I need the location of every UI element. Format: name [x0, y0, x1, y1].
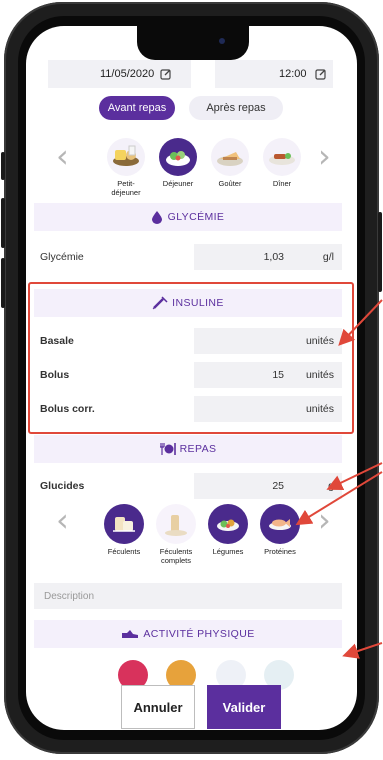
- syringe-icon: [152, 296, 168, 310]
- validate-button[interactable]: Valider: [207, 685, 281, 729]
- meal-label: Déjeuner: [162, 179, 194, 188]
- dinner-plate-icon: [263, 138, 301, 176]
- section-title: GLYCÉMIE: [167, 211, 225, 223]
- meal-dejeuner[interactable]: Déjeuner: [154, 138, 202, 188]
- sneaker-icon: [122, 630, 139, 638]
- chevron-right-icon[interactable]: ›: [318, 504, 331, 536]
- date-field[interactable]: 11/05/2020: [48, 60, 191, 88]
- cancel-button[interactable]: Annuler: [121, 685, 195, 729]
- food-label: Protéines: [264, 547, 296, 556]
- app-screen: 11/05/2020 12:00 Avant repas Après repas…: [26, 26, 357, 730]
- vegetables-icon: [208, 504, 248, 544]
- edit-icon[interactable]: [160, 68, 172, 80]
- description-placeholder: Description: [44, 591, 95, 602]
- fish-icon: [260, 504, 300, 544]
- bread-icon: [104, 504, 144, 544]
- meal-petit-dejeuner[interactable]: Petit- déjeuner: [102, 138, 150, 197]
- food-feculents-complets[interactable]: Féculents complets: [150, 504, 202, 565]
- food-label: Féculents complets: [159, 547, 193, 565]
- time-field[interactable]: 12:00: [215, 60, 333, 88]
- insuline-bolus-row: Bolus 15 unités: [34, 362, 342, 388]
- section-insuline: INSULINE: [34, 289, 342, 317]
- food-feculents[interactable]: Féculents: [98, 504, 150, 556]
- bolus-label: Bolus: [40, 369, 70, 381]
- glucides-value: 25: [272, 480, 284, 492]
- basale-unit: unités: [305, 335, 334, 347]
- tab-apres-repas[interactable]: Après repas: [189, 96, 283, 120]
- croissant-icon: [107, 138, 145, 176]
- section-title: INSULINE: [172, 297, 224, 309]
- glucides-unit: g: [328, 480, 334, 492]
- edit-icon[interactable]: [314, 68, 327, 80]
- meal-label: Petit- déjeuner: [111, 179, 141, 197]
- cake-icon: [211, 138, 249, 176]
- tab-avant-repas[interactable]: Avant repas: [99, 96, 175, 120]
- date-value: 11/05/2020: [100, 68, 155, 80]
- meal-label: Dîner: [272, 179, 292, 188]
- phone-bezel: 11/05/2020 12:00 Avant repas Après repas…: [18, 16, 365, 740]
- meal-diner[interactable]: Dîner: [258, 138, 306, 188]
- bolus-value: 15: [272, 369, 284, 381]
- description-input[interactable]: Description: [34, 583, 342, 609]
- bolus-corr-label: Bolus corr.: [40, 403, 95, 415]
- meal-gouter[interactable]: Goûter: [206, 138, 254, 188]
- section-repas: REPAS: [34, 435, 342, 463]
- bolus-unit: unités: [305, 369, 334, 381]
- section-title: REPAS: [179, 443, 217, 455]
- phone-frame: 11/05/2020 12:00 Avant repas Après repas…: [1, 2, 382, 754]
- insuline-bolus-corr-row: Bolus corr. unités: [34, 396, 342, 422]
- food-label: Légumes: [212, 547, 244, 556]
- chevron-left-icon[interactable]: ‹: [56, 140, 69, 172]
- food-label: Féculents: [107, 547, 141, 556]
- glucides-input[interactable]: [194, 473, 342, 499]
- cutlery-icon: [159, 443, 176, 455]
- glycemie-value: 1,03: [263, 251, 284, 263]
- chevron-right-icon[interactable]: ›: [318, 140, 331, 172]
- wholegrain-bread-icon: [156, 504, 196, 544]
- glucides-label: Glucides: [40, 480, 85, 492]
- glycemie-row: Glycémie 1,03 g/l: [34, 244, 342, 270]
- insuline-basale-row: Basale unités: [34, 328, 342, 354]
- glycemie-label: Glycémie: [40, 251, 84, 263]
- glucides-row: Glucides 25 g: [34, 473, 342, 499]
- meal-label: Goûter: [218, 179, 242, 188]
- basale-label: Basale: [40, 335, 74, 347]
- drop-icon: [151, 210, 162, 224]
- section-title: ACTIVITÉ PHYSIQUE: [143, 628, 255, 640]
- section-glycemie: GLYCÉMIE: [34, 203, 342, 231]
- food-legumes[interactable]: Légumes: [202, 504, 254, 556]
- salad-bowl-icon: [159, 138, 197, 176]
- time-value: 12:00: [279, 68, 307, 80]
- bolus-corr-unit: unités: [305, 403, 334, 415]
- chevron-left-icon[interactable]: ‹: [56, 504, 69, 536]
- food-proteines[interactable]: Protéines: [254, 504, 306, 556]
- section-activite: ACTIVITÉ PHYSIQUE: [34, 620, 342, 648]
- glycemie-unit: g/l: [322, 251, 334, 263]
- notch: [137, 26, 249, 60]
